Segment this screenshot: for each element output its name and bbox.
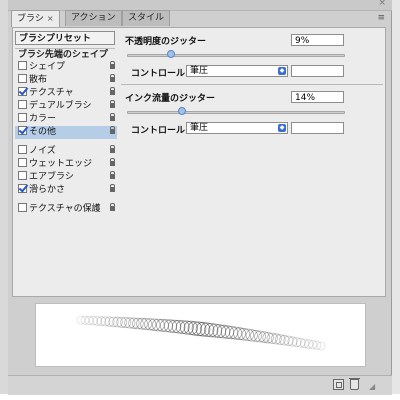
- brush-option-item[interactable]: その他: [15, 126, 117, 139]
- option-checkbox[interactable]: [18, 87, 27, 96]
- select-arrows-icon: ◆: [278, 124, 286, 132]
- tab-brush[interactable]: ブラシ ×: [11, 10, 60, 27]
- lock-icon[interactable]: [110, 74, 115, 82]
- brush-settings-area: ブラシプリセット ブラシ先端のシェイプ シェイプ散布テクスチャデュアルブラシ カラ…: [12, 27, 386, 297]
- select-arrows-icon: ◆: [278, 67, 286, 75]
- lock-icon[interactable]: [110, 100, 115, 108]
- option-label: テクスチャの保護: [29, 204, 101, 214]
- lock-icon[interactable]: [110, 87, 115, 95]
- trash-icon[interactable]: [349, 378, 360, 390]
- stroke-preview-graphic: [76, 315, 326, 351]
- brush-tip-shape-item[interactable]: ブラシ先端のシェイプ: [15, 48, 115, 61]
- option-checkbox[interactable]: [18, 126, 27, 135]
- brush-option-item[interactable]: 散布: [15, 74, 117, 87]
- brush-option-item[interactable]: シェイプ: [15, 61, 117, 74]
- flow-control-label: コントロール：: [131, 126, 195, 136]
- option-checkbox[interactable]: [18, 145, 27, 154]
- lock-icon[interactable]: [110, 113, 115, 121]
- option-label: テクスチャ: [29, 88, 74, 98]
- option-label: ノイズ: [29, 146, 56, 156]
- opacity-jitter-slider-thumb[interactable]: [167, 50, 176, 58]
- tab-styles[interactable]: スタイル: [122, 10, 171, 26]
- opacity-control-select[interactable]: 筆圧 ◆: [186, 65, 288, 77]
- brush-presets-button[interactable]: ブラシプリセット: [15, 31, 115, 45]
- brush-options-list: ブラシプリセット ブラシ先端のシェイプ シェイプ散布テクスチャデュアルブラシ カラ…: [15, 31, 117, 216]
- brush-option-items: シェイプ散布テクスチャデュアルブラシ カラーその他ノイズウェットエッジ エアブラシ滑…: [15, 61, 117, 216]
- option-checkbox[interactable]: [18, 113, 27, 122]
- brush-option-item[interactable]: ノイズ: [15, 145, 117, 158]
- brush-stroke-preview: [35, 303, 366, 367]
- option-label: その他: [29, 127, 57, 137]
- option-label: シェイプ: [29, 62, 66, 72]
- flow-jitter-label: インク流量のジッター: [125, 94, 216, 104]
- option-checkbox[interactable]: [18, 100, 27, 109]
- brush-option-item[interactable]: ウェットエッジ: [15, 158, 117, 171]
- lock-icon[interactable]: [110, 171, 115, 179]
- option-label: 滑らかさ: [29, 185, 66, 195]
- option-label: カラー: [29, 114, 57, 124]
- brush-option-item[interactable]: テクスチャ: [15, 87, 117, 100]
- lock-icon[interactable]: [110, 61, 115, 69]
- option-checkbox[interactable]: [18, 74, 27, 83]
- panel-close-icon[interactable]: ×: [378, 0, 386, 8]
- option-checkbox[interactable]: [18, 184, 27, 193]
- flow-jitter-slider-thumb[interactable]: [178, 107, 187, 115]
- opacity-control-value: 筆圧: [190, 66, 209, 76]
- resize-grip-icon[interactable]: ◢: [369, 382, 375, 391]
- brush-panel: × ブラシ × アクション スタイル ≡ ブラシプリセット ブラシ先端のシェイプ …: [8, 0, 392, 395]
- panel-menu-icon[interactable]: ≡: [377, 13, 385, 23]
- flow-control-extra-field[interactable]: [291, 122, 344, 134]
- tab-brush-close-icon[interactable]: ×: [47, 14, 54, 23]
- panel-bottom-bar: ◢: [8, 375, 392, 395]
- tab-styles-label: スタイル: [128, 13, 165, 23]
- brush-option-item[interactable]: テクスチャの保護: [15, 203, 117, 216]
- section-divider: [121, 84, 383, 85]
- flow-control-select[interactable]: 筆圧 ◆: [186, 122, 288, 134]
- flow-jitter-slider[interactable]: [127, 107, 345, 115]
- tab-actions-label: アクション: [71, 13, 116, 23]
- option-label: ウェットエッジ: [29, 159, 93, 169]
- tab-actions[interactable]: アクション: [65, 10, 122, 26]
- left-gutter: [0, 0, 8, 400]
- option-label: 散布: [29, 75, 48, 85]
- option-checkbox[interactable]: [18, 158, 27, 167]
- lock-icon[interactable]: [110, 184, 115, 192]
- option-checkbox[interactable]: [18, 61, 27, 70]
- brush-option-item[interactable]: カラー: [15, 113, 117, 126]
- opacity-jitter-slider[interactable]: [127, 50, 345, 58]
- flow-control-value: 筆圧: [190, 123, 209, 133]
- lock-icon[interactable]: [110, 158, 115, 166]
- opacity-control-extra-field[interactable]: [291, 65, 344, 77]
- brush-option-item[interactable]: エアブラシ: [15, 171, 117, 184]
- option-label: デュアルブラシ: [29, 101, 92, 111]
- flow-jitter-field[interactable]: 14%: [291, 91, 344, 103]
- opacity-jitter-label: 不透明度のジッター: [125, 37, 207, 47]
- brush-option-item[interactable]: デュアルブラシ: [15, 100, 117, 113]
- tab-brush-label: ブラシ: [17, 14, 44, 24]
- right-gutter: [392, 0, 400, 400]
- lock-icon[interactable]: [110, 145, 115, 153]
- option-checkbox[interactable]: [18, 203, 27, 212]
- option-label: エアブラシ: [29, 172, 74, 182]
- option-checkbox[interactable]: [18, 171, 27, 180]
- new-brush-icon[interactable]: [333, 379, 344, 390]
- opacity-jitter-field[interactable]: 9%: [291, 34, 344, 46]
- brush-option-item[interactable]: 滑らかさ: [15, 184, 117, 197]
- opacity-control-label: コントロール：: [131, 69, 195, 79]
- lock-icon[interactable]: [110, 126, 115, 134]
- lock-icon[interactable]: [110, 203, 115, 211]
